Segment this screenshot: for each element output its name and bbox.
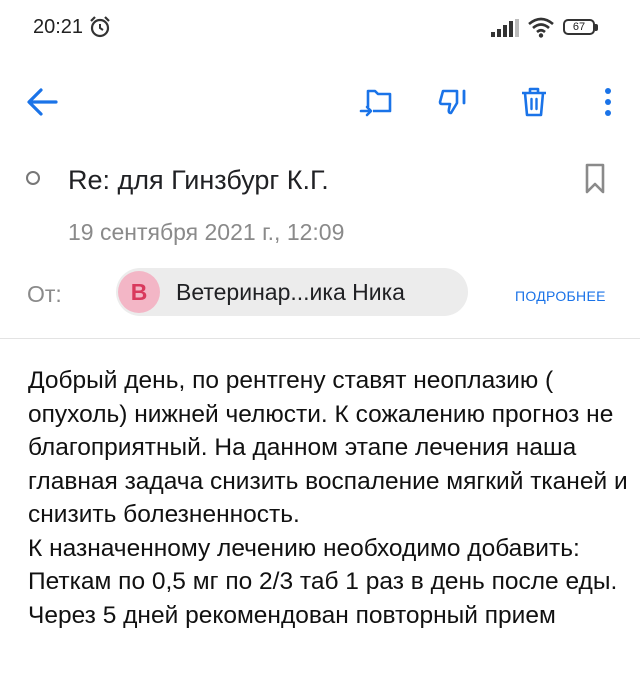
back-button[interactable] [22,84,62,124]
bookmark-button[interactable] [580,162,610,196]
battery-level: 67 [572,21,586,33]
message-body: Добрый день, по рентгену ставят неоплази… [28,364,628,632]
status-time: 20:21 [33,16,84,38]
move-to-folder-button[interactable] [356,84,396,124]
spam-button[interactable] [434,84,474,124]
bookmark-icon [580,163,610,200]
more-options-button[interactable] [588,84,628,124]
more-vert-icon [603,86,613,123]
wifi-icon [527,16,555,43]
sender-name: Ветеринар...ика Ника [176,279,405,305]
back-arrow-icon [25,87,59,122]
status-bar: 20:21 67 [0,0,640,56]
delete-button[interactable] [514,84,554,124]
message-subject: Re: для Гинзбург К.Г. [68,165,329,195]
body-paragraph: К назначенному лечению необходимо добави… [28,534,618,629]
divider [0,338,640,339]
details-link[interactable]: ПОДРОБНЕЕ [515,288,606,304]
move-to-folder-icon [359,87,393,122]
battery-icon: 67 [563,19,599,37]
signal-icon [491,19,519,42]
body-paragraph: Добрый день, по рентгену ставят неоплази… [28,367,628,528]
trash-icon [519,86,549,123]
read-status-icon[interactable] [26,171,40,185]
spam-icon [437,87,471,122]
sender-chip[interactable]: В Ветеринар...ика Ника [116,268,468,316]
message-date: 19 сентября 2021 г., 12:09 [68,219,345,245]
avatar: В [118,271,160,313]
from-label: От: [27,281,62,307]
alarm-icon [88,15,112,44]
